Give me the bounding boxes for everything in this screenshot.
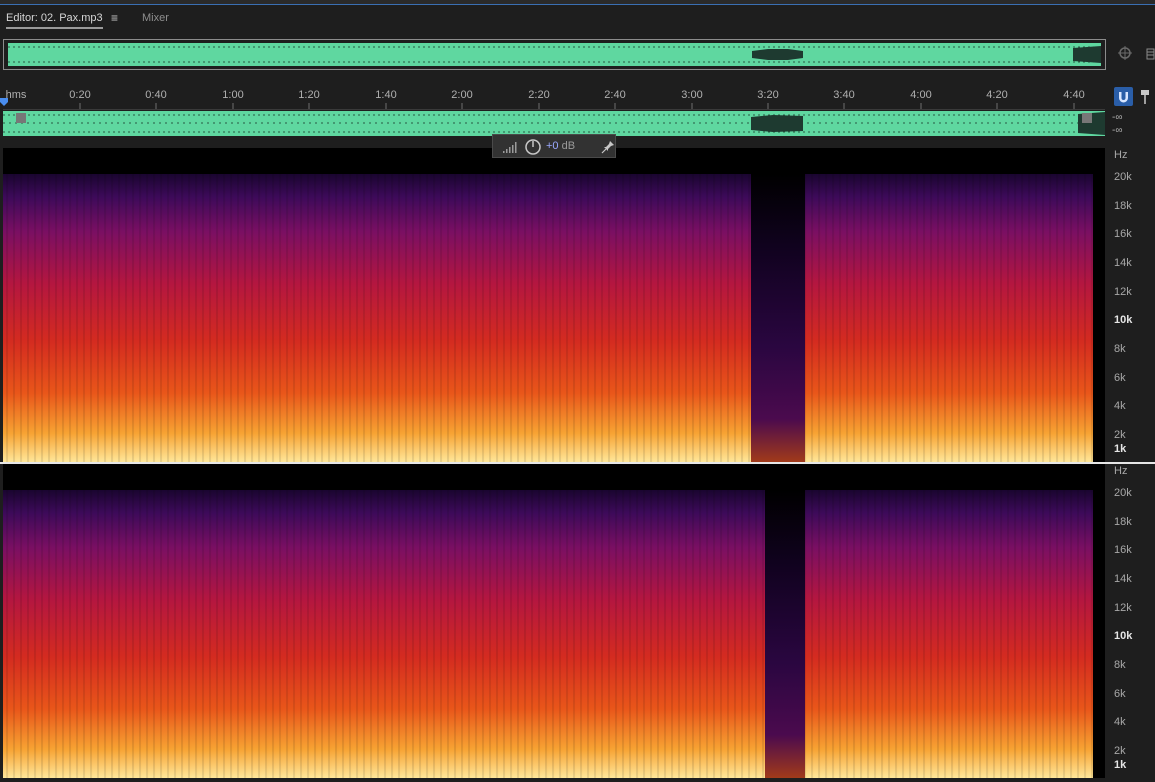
spectrogram-quiet-section: [751, 174, 805, 462]
overview-waveform: [8, 43, 1101, 66]
freq-axis-unit: Hz: [1114, 149, 1128, 161]
freq-label: 6k: [1114, 372, 1126, 384]
snap-magnet-icon[interactable]: [1114, 87, 1133, 106]
gain-hud[interactable]: +0 dB: [492, 134, 616, 158]
zoom-icon[interactable]: [1116, 44, 1136, 64]
freq-label: 20k: [1114, 487, 1132, 499]
hamburger-icon[interactable]: ≡: [111, 11, 118, 25]
panel-bottom-edge: [0, 778, 1155, 782]
spectrogram-end: [1093, 490, 1105, 778]
freq-label: 16k: [1114, 544, 1132, 556]
pin-icon[interactable]: [601, 140, 615, 154]
panel-tab-bar: Editor: 02. Pax.mp3 ≡ Mixer: [0, 5, 1155, 32]
spectrogram-quiet-section: [765, 490, 805, 778]
panel-menu-icon[interactable]: [1146, 44, 1155, 64]
spectrogram-channel-left[interactable]: [3, 148, 1105, 462]
tab-editor[interactable]: Editor: 02. Pax.mp3: [6, 11, 103, 29]
freq-label: 1k: [1114, 759, 1127, 771]
clip-waveform-shape: [3, 112, 1105, 135]
playhead-marker[interactable]: [0, 94, 8, 106]
spectrogram-texture: [3, 148, 1105, 462]
freq-label: 2k: [1114, 429, 1126, 441]
freq-label: 2k: [1114, 745, 1126, 757]
freq-axis-unit: Hz: [1114, 465, 1128, 477]
spectrogram-end: [1093, 174, 1105, 462]
freq-label: 18k: [1114, 516, 1132, 528]
freq-label: 1k: [1114, 443, 1127, 455]
freq-label: 14k: [1114, 257, 1132, 269]
gain-readout[interactable]: +0 dB: [546, 140, 575, 152]
freq-label: 12k: [1114, 286, 1132, 298]
time-ruler[interactable]: hms 0:20 0:40 1:00 1:20 1:40 2:00 2:20 2…: [3, 85, 1105, 110]
freq-label: 8k: [1114, 343, 1126, 355]
freq-label: 12k: [1114, 602, 1132, 614]
clip-waveform-lane[interactable]: [3, 111, 1105, 136]
freq-label: 18k: [1114, 200, 1132, 212]
channel-level-bottom: -∞: [1112, 125, 1123, 136]
freq-label: 6k: [1114, 688, 1126, 700]
power-icon[interactable]: [523, 137, 543, 157]
level-meter-icon: [503, 142, 517, 153]
fade-in-handle[interactable]: [16, 113, 26, 123]
overview-waveform-shape: [8, 46, 1101, 63]
freq-label: 4k: [1114, 716, 1126, 728]
ruler-ticks: [79, 103, 1075, 109]
gain-value: +0: [546, 140, 559, 152]
freq-label: 10k: [1114, 314, 1133, 326]
freq-label: 14k: [1114, 573, 1132, 585]
tab-mixer[interactable]: Mixer: [142, 11, 169, 25]
freq-label: 20k: [1114, 171, 1132, 183]
gain-unit: dB: [561, 140, 576, 152]
fade-out-handle[interactable]: [1082, 113, 1092, 123]
freq-label: 4k: [1114, 400, 1126, 412]
freq-label: 8k: [1114, 659, 1126, 671]
freq-label: 16k: [1114, 228, 1132, 240]
spectrogram-channel-right[interactable]: [3, 464, 1105, 778]
freq-label: 10k: [1114, 630, 1133, 642]
marker-pin-icon[interactable]: [1139, 87, 1151, 106]
channel-level-top: -∞: [1112, 112, 1123, 123]
overview-navigator[interactable]: [3, 39, 1106, 70]
spectrogram-texture: [3, 464, 1105, 778]
